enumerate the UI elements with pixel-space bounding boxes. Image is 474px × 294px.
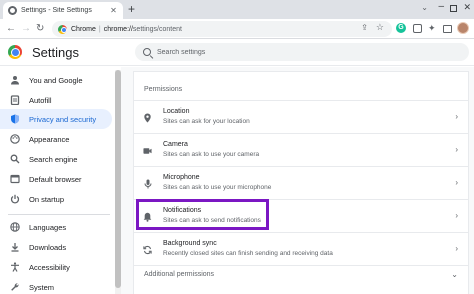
tab-strip: Settings - Site Settings ✕ + ⌄ – ✕ xyxy=(0,0,474,19)
sidebar-item-label: Appearance xyxy=(29,134,70,144)
gear-icon xyxy=(8,6,17,15)
url-separator: | xyxy=(98,25,101,33)
globe-icon xyxy=(10,222,20,232)
sidebar-item-default-browser[interactable]: Default browser xyxy=(0,169,112,189)
url-text[interactable]: chrome://settings/content xyxy=(104,26,182,33)
sidebar: You and Google Autofill Privacy and secu… xyxy=(0,67,118,294)
clipboard-icon xyxy=(10,95,20,105)
permission-row-camera[interactable]: Camera Sites can ask to use your camera … xyxy=(134,133,468,166)
sidebar-item-privacy-and-security[interactable]: Privacy and security xyxy=(0,109,112,129)
browser-icon xyxy=(10,174,20,184)
avatar[interactable] xyxy=(457,22,469,34)
back-button[interactable]: ← xyxy=(6,22,16,36)
sidebar-item-label: Accessibility xyxy=(29,262,70,272)
settings-search[interactable] xyxy=(135,43,469,61)
search-input[interactable] xyxy=(157,48,407,56)
sidebar-item-label: On startup xyxy=(29,194,65,204)
permission-row-background-sync[interactable]: Background sync Recently closed sites ca… xyxy=(134,232,468,265)
extension-icon[interactable] xyxy=(413,24,422,33)
permission-description: Sites can ask to use your microphone xyxy=(163,184,272,191)
camera-icon xyxy=(143,146,152,155)
search-icon xyxy=(10,154,20,164)
puzzle-icon[interactable]: ✦ xyxy=(428,23,436,34)
sidebar-item-search-engine[interactable]: Search engine xyxy=(0,149,112,169)
sidebar-item-label: Privacy and security xyxy=(29,114,97,124)
close-window-button[interactable]: ✕ xyxy=(463,2,471,13)
search-icon xyxy=(143,48,151,56)
sidebar-item-downloads[interactable]: Downloads xyxy=(0,237,112,257)
tab-title: Settings - Site Settings xyxy=(21,7,92,14)
permission-description: Recently closed sites can finish sending… xyxy=(163,250,333,257)
person-icon xyxy=(10,75,20,85)
permission-row-microphone[interactable]: Microphone Sites can ask to use your mic… xyxy=(134,166,468,199)
chrome-logo-icon xyxy=(8,45,22,59)
chevron-right-icon: › xyxy=(455,211,458,220)
sidebar-item-accessibility[interactable]: Accessibility xyxy=(0,257,112,277)
sidebar-item-autofill[interactable]: Autofill xyxy=(0,90,112,110)
permission-row-location[interactable]: Location Sites can ask for your location… xyxy=(134,100,468,133)
new-tab-button[interactable]: + xyxy=(128,2,135,16)
chrome-icon xyxy=(58,24,67,34)
settings-header: Settings xyxy=(0,40,474,66)
location-pin-icon xyxy=(143,113,152,122)
maximize-button[interactable] xyxy=(450,5,457,12)
section-title-permissions: Permissions xyxy=(144,86,183,93)
url-origin-chip: Chrome xyxy=(71,25,96,33)
permission-description: Sites can ask to use your camera xyxy=(163,151,260,158)
share-icon[interactable]: ⇪ xyxy=(361,23,368,32)
sidebar-item-label: System xyxy=(29,282,55,292)
sidebar-item-you-and-google[interactable]: You and Google xyxy=(0,70,112,90)
shield-icon xyxy=(10,114,20,124)
additional-permissions-label: Additional permissions xyxy=(144,271,215,278)
bookmark-star-icon[interactable]: ☆ xyxy=(376,22,384,33)
url-path: settings/content xyxy=(132,25,182,33)
chevron-right-icon: › xyxy=(455,244,458,253)
reload-button[interactable]: ↻ xyxy=(36,22,44,36)
wrench-icon xyxy=(10,282,20,292)
forward-button[interactable]: → xyxy=(21,22,31,36)
tab-settings[interactable]: Settings - Site Settings ✕ xyxy=(3,2,123,19)
chevron-right-icon: › xyxy=(455,145,458,154)
sidebar-item-label: Languages xyxy=(29,222,67,232)
sidebar-item-label: You and Google xyxy=(29,75,83,85)
sidebar-item-appearance[interactable]: Appearance xyxy=(0,129,112,149)
sync-icon xyxy=(143,245,152,254)
accessibility-icon xyxy=(10,262,20,272)
sidebar-item-on-startup[interactable]: On startup xyxy=(0,189,112,209)
permission-title: Location xyxy=(163,108,190,115)
sidebar-item-label: Autofill xyxy=(29,95,52,105)
download-icon xyxy=(10,242,20,252)
permission-title: Camera xyxy=(163,141,188,148)
sidebar-item-languages[interactable]: Languages xyxy=(0,217,112,237)
sidebar-divider xyxy=(8,214,110,215)
grammarly-extension-icon[interactable]: G xyxy=(396,23,406,33)
palette-icon xyxy=(10,134,20,144)
page-title: Settings xyxy=(32,45,79,60)
sidebar-item-label: Downloads xyxy=(29,242,67,252)
permission-description: Sites can ask for your location xyxy=(163,118,250,125)
chevron-right-icon: › xyxy=(455,112,458,121)
sidebar-item-label: Default browser xyxy=(29,174,82,184)
chevron-down-icon: ⌄ xyxy=(451,270,458,279)
power-icon xyxy=(10,194,20,204)
tab-close-icon[interactable]: ✕ xyxy=(109,6,118,15)
address-bar[interactable]: Chrome | chrome://settings/content ⇪ ☆ xyxy=(52,21,392,37)
tab-search-icon[interactable]: ⌄ xyxy=(421,3,428,12)
additional-permissions-toggle[interactable]: Additional permissions ⌄ xyxy=(134,265,468,285)
sidebar-item-label: Search engine xyxy=(29,154,78,164)
permission-title: Microphone xyxy=(163,174,200,181)
url-host: chrome:// xyxy=(103,25,133,33)
microphone-icon xyxy=(143,179,152,188)
notifications-highlight-box xyxy=(136,199,269,230)
chevron-right-icon: › xyxy=(455,178,458,187)
permission-title: Background sync xyxy=(163,240,217,247)
minimize-button[interactable]: – xyxy=(438,1,444,12)
sidebar-item-system[interactable]: System xyxy=(0,277,112,294)
side-panel-icon[interactable] xyxy=(443,25,452,33)
